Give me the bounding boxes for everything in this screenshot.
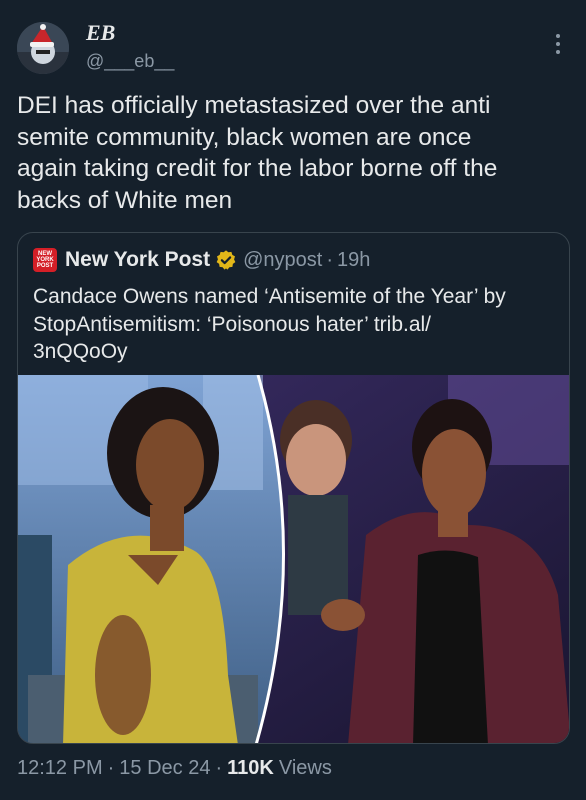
- quoted-tweet-card[interactable]: NEW YORK POST New York Post @nypost · 19…: [17, 232, 570, 744]
- views-label: Views: [278, 757, 332, 779]
- tweet-date[interactable]: 15 Dec 24: [119, 757, 210, 780]
- tweet-time[interactable]: 12:12 PM: [17, 757, 103, 780]
- author-display-name[interactable]: EB: [86, 20, 115, 46]
- separator-dot: ·: [326, 248, 334, 271]
- quoted-tweet-text: Candace Owens named ‘Antisemite of the Y…: [33, 285, 506, 363]
- verified-badge-icon: [216, 250, 236, 270]
- quoted-tweet-time[interactable]: 19h: [337, 249, 370, 272]
- tweet-footer: 12:12 PM · 15 Dec 24 · 110K Views: [17, 757, 332, 780]
- quoted-author-handle[interactable]: @nypost: [243, 249, 322, 272]
- views-count[interactable]: 110K: [227, 757, 274, 780]
- nypost-logo[interactable]: NEW YORK POST: [33, 248, 57, 272]
- quoted-author-name[interactable]: New York Post: [65, 248, 210, 272]
- separator-dot: ·: [215, 757, 223, 779]
- more-options-button[interactable]: [548, 30, 568, 58]
- quoted-tweet-header: NEW YORK POST New York Post @nypost · 19…: [33, 247, 370, 273]
- quoted-tweet-image[interactable]: [18, 375, 569, 743]
- tweet-text: DEI has officially metastasized over the…: [17, 92, 498, 214]
- more-vertical-icon: [556, 34, 560, 38]
- author-handle[interactable]: @___eb__: [86, 51, 174, 72]
- separator-dot: ·: [107, 757, 115, 779]
- author-avatar[interactable]: [17, 22, 69, 74]
